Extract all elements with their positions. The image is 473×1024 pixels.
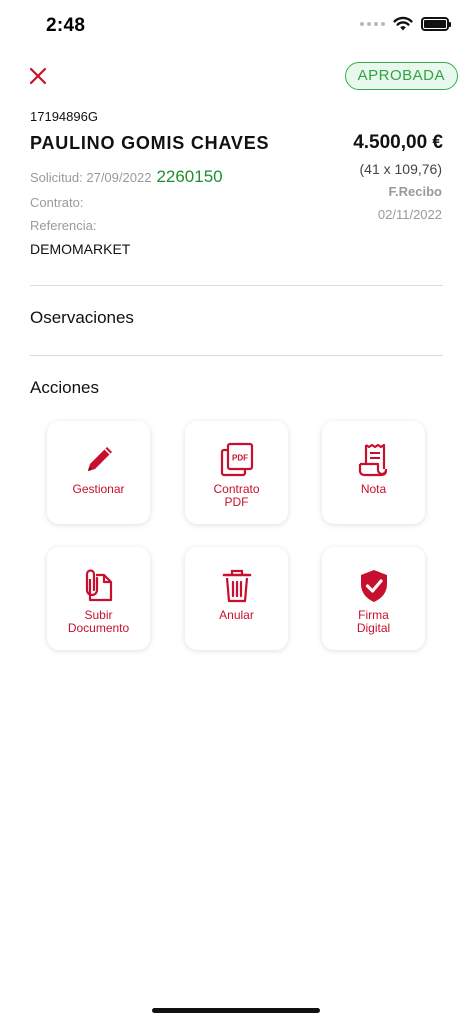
close-icon xyxy=(29,67,47,85)
status-icons xyxy=(360,16,451,31)
status-badge: APROBADA xyxy=(344,62,458,90)
svg-text:PDF: PDF xyxy=(232,454,248,463)
divider xyxy=(30,285,443,286)
close-button[interactable] xyxy=(24,62,52,90)
pdf-icon: PDF xyxy=(218,441,256,479)
recibo-label: F.Recibo xyxy=(388,184,442,199)
shield-check-icon xyxy=(355,567,393,605)
status-bar: 2:48 xyxy=(0,0,473,52)
contrato-label: Contrato: xyxy=(30,195,84,210)
firma-digital-button[interactable]: Firma Digital xyxy=(322,547,425,650)
home-indicator[interactable] xyxy=(152,1008,320,1013)
action-label: Anular xyxy=(219,608,254,622)
solicitud-number[interactable]: 2260150 xyxy=(156,167,222,187)
action-label: Gestionar xyxy=(72,482,125,496)
receipt-icon xyxy=(355,441,393,479)
referencia-label: Referencia: xyxy=(30,218,97,233)
wifi-icon xyxy=(393,16,413,31)
contrato-pdf-button[interactable]: PDF Contrato PDF xyxy=(185,421,288,524)
cellular-signal-icon xyxy=(360,21,385,26)
anular-button[interactable]: Anular xyxy=(185,547,288,650)
battery-icon xyxy=(421,16,451,31)
recibo-date: 02/11/2022 xyxy=(377,207,442,222)
subir-documento-button[interactable]: Subir Documento xyxy=(47,547,150,650)
action-label: Contrato PDF xyxy=(213,482,260,509)
divider xyxy=(30,355,443,356)
action-label: Nota xyxy=(360,482,387,496)
nota-button[interactable]: Nota xyxy=(322,421,425,524)
solicitud-row: Solicitud: 27/09/2022 2260150 xyxy=(30,167,223,187)
action-label: Subir Documento xyxy=(67,608,130,635)
status-time: 2:48 xyxy=(46,15,86,36)
store-name: DEMOMARKET xyxy=(30,241,131,257)
solicitud-label: Solicitud: 27/09/2022 xyxy=(30,170,152,185)
gestionar-button[interactable]: Gestionar xyxy=(47,421,150,524)
pencil-icon xyxy=(80,441,118,479)
installments: (41 x 109,76) xyxy=(359,161,443,177)
amount: 4.500,00 € xyxy=(353,132,443,153)
client-id: 17194896G xyxy=(30,109,98,124)
action-label: Firma Digital xyxy=(356,608,391,635)
acciones-title: Acciones xyxy=(30,378,99,397)
attachment-icon xyxy=(80,567,118,605)
observaciones-section[interactable]: Oservaciones xyxy=(30,308,134,328)
trash-icon xyxy=(218,567,256,605)
client-name: PAULINO GOMIS CHAVES xyxy=(30,133,270,153)
